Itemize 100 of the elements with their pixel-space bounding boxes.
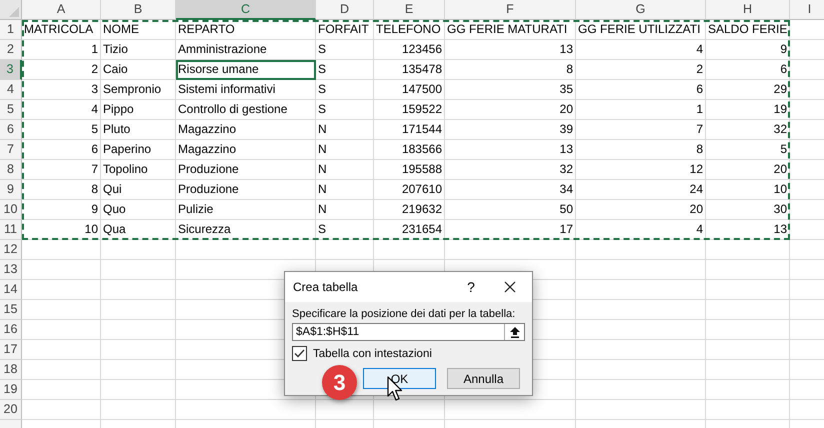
row-header[interactable]: 4 <box>0 80 22 100</box>
table-cell: S <box>316 80 374 100</box>
table-cell: N <box>316 180 374 200</box>
table-cell: 135478 <box>374 60 445 80</box>
column-header[interactable]: B <box>101 0 176 20</box>
row-header[interactable]: 11 <box>0 220 22 240</box>
table-cell: Magazzino <box>176 140 316 160</box>
table-cell: Amministrazione <box>176 40 316 60</box>
table-cell: 207610 <box>374 180 445 200</box>
table-cell: N <box>316 200 374 220</box>
table-cell: 30 <box>706 200 790 220</box>
table-cell: Caio <box>101 60 176 80</box>
row-header[interactable]: 2 <box>0 40 22 60</box>
row-header[interactable]: 6 <box>0 120 22 140</box>
table-cell: Paperino <box>101 140 176 160</box>
table-cell: 8 <box>445 60 576 80</box>
row-header[interactable]: 12 <box>0 240 22 260</box>
table-cell: 20 <box>706 160 790 180</box>
help-button[interactable]: ? <box>454 272 488 302</box>
table-cell <box>374 400 445 420</box>
range-field[interactable]: $A$1:$H$11 <box>292 323 525 341</box>
column-header[interactable]: A <box>22 0 101 20</box>
column-header[interactable]: F <box>445 0 576 20</box>
dialog-title: Crea tabella <box>293 280 359 294</box>
row-header[interactable]: 9 <box>0 180 22 200</box>
table-cell: Produzione <box>176 180 316 200</box>
table-cell: 6 <box>22 140 101 160</box>
table-cell: NOME <box>101 20 176 40</box>
table-cell: 1 <box>22 40 101 60</box>
table-cell: 8 <box>22 180 101 200</box>
row-header[interactable]: 15 <box>0 300 22 320</box>
row-header[interactable]: 13 <box>0 260 22 280</box>
table-cell: 5 <box>22 120 101 140</box>
column-header[interactable]: C <box>176 0 316 20</box>
table-cell: 183566 <box>374 140 445 160</box>
triangle-icon <box>9 7 19 17</box>
table-cell: 9 <box>22 200 101 220</box>
column-header[interactable]: H <box>706 0 790 20</box>
cancel-button[interactable]: Annulla <box>447 368 520 389</box>
table-cell: 4 <box>22 100 101 120</box>
table-cell: Produzione <box>176 160 316 180</box>
row-header[interactable]: 5 <box>0 100 22 120</box>
table-cell: 29 <box>706 80 790 100</box>
table-cell: 2 <box>576 60 706 80</box>
table-cell: 171544 <box>374 120 445 140</box>
table-cell: S <box>316 100 374 120</box>
row-header[interactable]: 8 <box>0 160 22 180</box>
row-header[interactable]: 18 <box>0 360 22 380</box>
table-cell: GG FERIE MATURATI <box>445 20 576 40</box>
table-cell <box>316 400 374 420</box>
table-cell: 159522 <box>374 100 445 120</box>
table-cell: 6 <box>576 80 706 100</box>
column-header[interactable]: D <box>316 0 374 20</box>
table-cell: 10 <box>22 220 101 240</box>
checkbox-label: Tabella con intestazioni <box>313 348 432 360</box>
table-cell: 123456 <box>374 40 445 60</box>
table-cell: 13 <box>445 140 576 160</box>
table-cell: Risorse umane <box>176 60 316 80</box>
row-header[interactable]: 10 <box>0 200 22 220</box>
row-header[interactable]: 1 <box>0 20 22 40</box>
table-cell: 32 <box>706 120 790 140</box>
table-cell: 147500 <box>374 80 445 100</box>
row-header[interactable]: 3 <box>0 60 22 80</box>
checkbox[interactable] <box>292 346 307 361</box>
table-cell: N <box>316 140 374 160</box>
row-header[interactable]: 20 <box>0 400 22 420</box>
table-cell: MATRICOLA <box>22 20 101 40</box>
table-cell: 39 <box>445 120 576 140</box>
table-cell: Qui <box>101 180 176 200</box>
table-cell: REPARTO <box>176 20 316 40</box>
table-cell: 6 <box>706 60 790 80</box>
table-cell: FORFAIT <box>316 20 374 40</box>
table-cell: 13 <box>706 220 790 240</box>
table-cell: 17 <box>445 220 576 240</box>
row-header[interactable]: 17 <box>0 340 22 360</box>
table-cell: SALDO FERIE <box>706 20 790 40</box>
column-header[interactable]: E <box>374 0 445 20</box>
column-header[interactable]: I <box>790 0 824 20</box>
ok-button[interactable]: OK <box>363 368 436 389</box>
table-cell: 13 <box>445 40 576 60</box>
table-cell: 8 <box>576 140 706 160</box>
table-cell: N <box>316 120 374 140</box>
row-header[interactable]: 7 <box>0 140 22 160</box>
table-cell: 12 <box>576 160 706 180</box>
table-cell: 1 <box>576 100 706 120</box>
table-cell: S <box>316 220 374 240</box>
table-cell: 231654 <box>374 220 445 240</box>
row-header[interactable]: 14 <box>0 280 22 300</box>
column-header[interactable]: G <box>576 0 706 20</box>
table-cell: S <box>316 40 374 60</box>
row-header[interactable]: 16 <box>0 320 22 340</box>
table-cell: 19 <box>706 100 790 120</box>
table-cell: 20 <box>445 100 576 120</box>
table-cell: Magazzino <box>176 120 316 140</box>
table-cell: 10 <box>706 180 790 200</box>
table-cell: 20 <box>576 200 706 220</box>
table-cell: 5 <box>706 140 790 160</box>
table-cell: Quo <box>101 200 176 220</box>
table-cell: 35 <box>445 80 576 100</box>
row-header[interactable]: 19 <box>0 380 22 400</box>
